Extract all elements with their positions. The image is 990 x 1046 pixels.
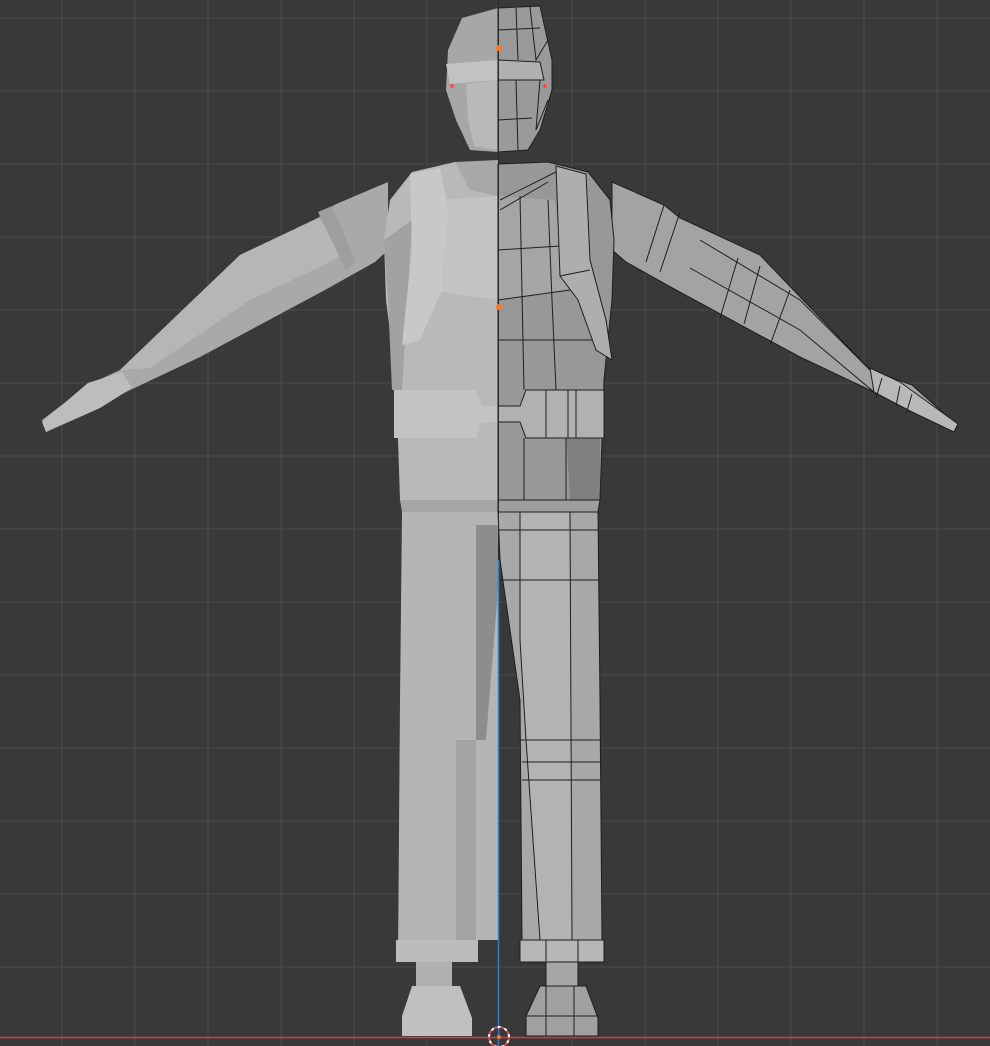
left-helmet-visor — [446, 60, 498, 84]
origin-point-face-right — [543, 84, 547, 88]
left-trouser-cuff — [396, 940, 478, 962]
left-boot — [402, 986, 472, 1036]
left-ankle — [416, 962, 452, 986]
right-ankle — [546, 962, 578, 986]
origin-point-face-left — [450, 84, 454, 88]
origin-point-head — [496, 45, 502, 51]
left-waistband — [400, 500, 498, 512]
left-leg-inner — [456, 740, 476, 940]
right-trouser-cuff — [520, 940, 604, 962]
origin-point-torso — [496, 304, 502, 310]
right-torso-shadow — [566, 430, 600, 500]
right-waistband — [498, 500, 600, 512]
right-helmet-visor — [498, 60, 544, 80]
3d-viewport[interactable] — [0, 0, 990, 1046]
